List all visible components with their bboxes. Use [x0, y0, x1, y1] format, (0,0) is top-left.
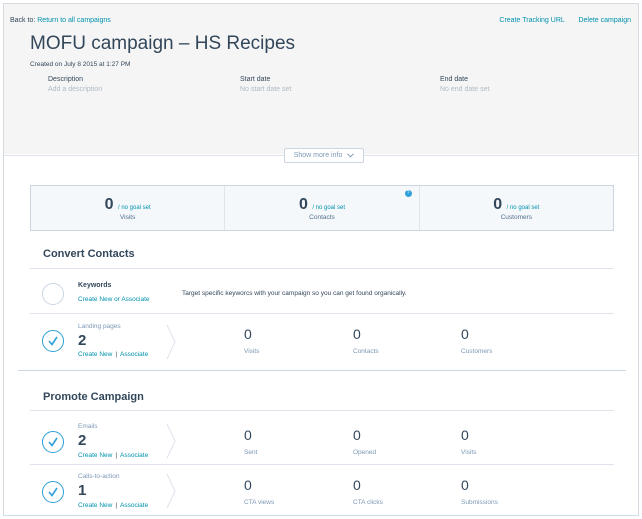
check-icon: [48, 437, 58, 447]
ctas-label: Calls-to-action: [78, 473, 120, 480]
emails-visits-value: 0: [461, 427, 469, 443]
start-date-field[interactable]: Start date No start date set: [240, 76, 291, 93]
emails-opened-value: 0: [353, 427, 361, 443]
return-to-campaigns-link[interactable]: Return to all campaigns: [37, 17, 111, 24]
create-tracking-url-link[interactable]: Create Tracking URL: [499, 17, 564, 24]
emails-sent-label: Sent: [244, 449, 258, 456]
section-divider: [18, 370, 626, 371]
ctas-create-new-link[interactable]: Create New: [78, 502, 112, 509]
landing-customers-label: Customers: [461, 348, 493, 355]
emails-visits-label: Visits: [461, 449, 477, 456]
emails-count: 2: [78, 432, 87, 449]
convert-contacts-heading: Convert Contacts: [43, 248, 135, 260]
chevron-right-icon: [166, 423, 176, 459]
stat-visits: 0 / no goal set Visits: [31, 186, 226, 230]
end-date-field[interactable]: End date No end date set: [440, 76, 489, 93]
campaign-stats: 0 / no goal set Visits ? 0 / no goal set…: [30, 185, 614, 231]
ctas-status: [42, 481, 64, 503]
goal-link[interactable]: / no goal set: [507, 205, 540, 211]
cta-submissions-value: 0: [461, 477, 469, 493]
landing-contacts-label: Contacts: [353, 348, 379, 355]
goal-link[interactable]: / no goal set: [118, 205, 151, 211]
campaign-page: Back to: Return to all campaigns Create …: [3, 3, 639, 516]
ctas-count: 1: [78, 482, 87, 499]
campaign-header: Back to: Return to all campaigns Create …: [4, 4, 638, 154]
chevron-down-icon: [347, 153, 355, 158]
check-icon: [48, 336, 58, 346]
emails-links: Create New | Associate: [78, 452, 149, 459]
emails-status: [42, 431, 64, 453]
landing-visits-label: Visits: [244, 348, 260, 355]
chevron-right-icon: [166, 473, 176, 509]
keywords-description: Target specific keyworcs with your campa…: [182, 290, 407, 297]
stat-contacts: ? 0 / no goal set Contacts: [225, 186, 420, 230]
landing-contacts-value: 0: [353, 326, 361, 342]
keywords-status-circle: [42, 283, 64, 305]
cta-submissions-label: Submissions: [461, 499, 498, 506]
delete-campaign-link[interactable]: Delete campaign: [578, 17, 631, 24]
emails-opened-label: Opened: [353, 449, 377, 456]
goal-link[interactable]: / no goal set: [312, 205, 345, 211]
show-more-info-button[interactable]: Show more info: [284, 148, 364, 163]
cta-views-value: 0: [244, 477, 252, 493]
keywords-row: Keywords Create New or Associate Target …: [30, 268, 614, 312]
emails-label: Emails: [78, 423, 98, 430]
check-icon: [48, 487, 58, 497]
emails-sent-value: 0: [244, 427, 252, 443]
ctas-associate-link[interactable]: Associate: [120, 502, 148, 509]
cta-clicks-label: CTA clicks: [353, 499, 383, 506]
landing-pages-create-new-link[interactable]: Create New: [78, 351, 112, 358]
landing-pages-count: 2: [78, 332, 87, 349]
header-actions: Create Tracking URL Delete campaign: [487, 17, 631, 24]
page-title: MOFU campaign – HS Recipes: [30, 33, 296, 54]
landing-visits-value: 0: [244, 326, 252, 342]
landing-pages-links: Create New | Associate: [78, 351, 149, 358]
emails-create-new-link[interactable]: Create New: [78, 452, 112, 459]
ctas-row: Calls-to-action 1 Create New | Associate 0…: [30, 464, 614, 515]
back-to: Back to: Return to all campaigns: [10, 17, 111, 24]
landing-pages-label: Landing pages: [78, 323, 121, 330]
landing-pages-status: [42, 330, 64, 352]
emails-row: Emails 2 Create New | Associate 0 Sent 0 O…: [30, 410, 614, 464]
created-date: Created on July 8 2015 at 1:27 PM: [30, 61, 131, 68]
description-field[interactable]: Description Add a description: [48, 76, 102, 93]
chevron-right-icon: [166, 324, 176, 360]
keywords-create-associate-link[interactable]: Create New or Associate: [78, 296, 150, 303]
emails-associate-link[interactable]: Associate: [120, 452, 148, 459]
keywords-title: Keywords: [78, 282, 112, 289]
cta-views-label: CTA views: [244, 499, 275, 506]
stat-customers: 0 / no goal set Customers: [493, 196, 540, 221]
landing-pages-associate-link[interactable]: Associate: [120, 351, 148, 358]
ctas-links: Create New | Associate: [78, 502, 149, 509]
cta-clicks-value: 0: [353, 477, 361, 493]
promote-campaign-heading: Promote Campaign: [43, 391, 144, 403]
landing-customers-value: 0: [461, 326, 469, 342]
landing-pages-row: Landing pages 2 Create New | Associate 0 V…: [30, 313, 614, 371]
